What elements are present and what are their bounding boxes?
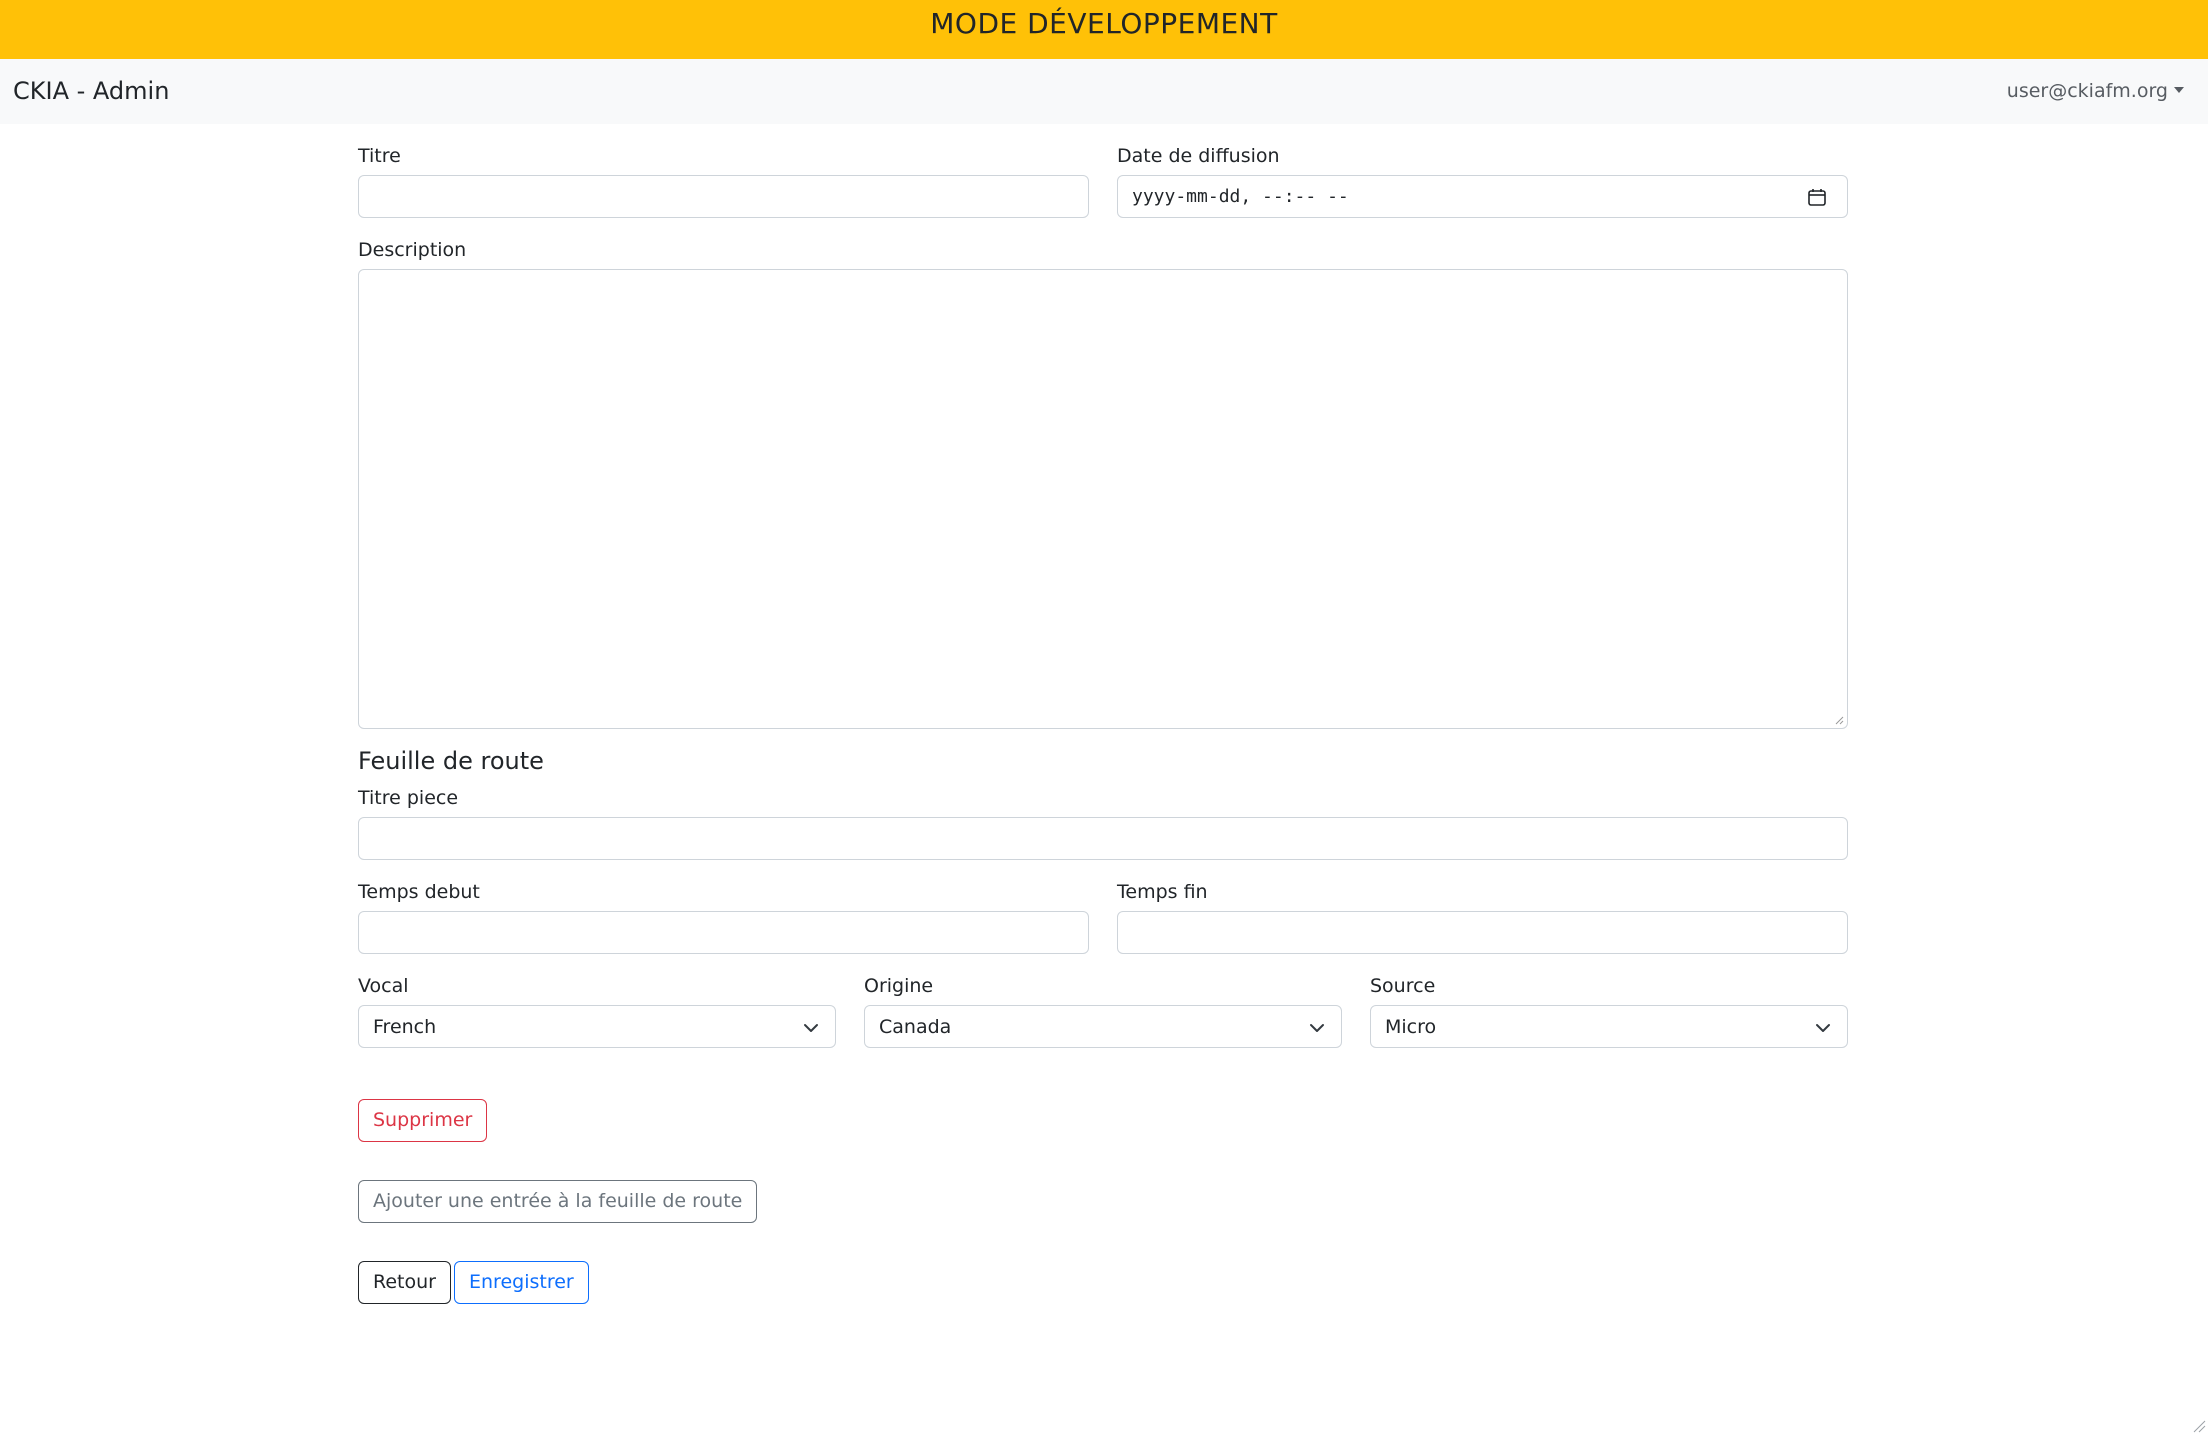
origine-selected-value: Canada	[879, 1015, 952, 1038]
chevron-down-icon	[1816, 1024, 1830, 1032]
window-resize-grip-icon[interactable]	[2192, 1419, 2206, 1433]
vocal-select[interactable]: French	[358, 1005, 836, 1048]
origine-select[interactable]: Canada	[864, 1005, 1342, 1048]
temps-fin-input[interactable]	[1117, 911, 1848, 954]
temps-fin-label: Temps fin	[1117, 881, 1208, 903]
dev-mode-banner: MODE DÉVELOPPEMENT	[0, 0, 2208, 59]
ajouter-entree-button[interactable]: Ajouter une entrée à la feuille de route	[358, 1180, 758, 1223]
navbar-brand[interactable]: CKIA - Admin	[13, 59, 169, 124]
vocal-label: Vocal	[358, 975, 409, 997]
calendar-icon[interactable]	[1807, 187, 1827, 207]
titre-input[interactable]	[358, 175, 1089, 218]
caret-down-icon	[2174, 86, 2184, 93]
origine-label: Origine	[864, 975, 934, 997]
titre-piece-input[interactable]	[358, 817, 1848, 860]
source-select[interactable]: Micro	[1370, 1005, 1848, 1048]
resize-grip-icon[interactable]	[1834, 715, 1844, 725]
date-diffusion-placeholder: yyyy-mm-dd, --:-- --	[1132, 186, 1349, 207]
titre-piece-label: Titre piece	[358, 787, 459, 809]
navbar: CKIA - Admin user@ckiafm.org	[0, 59, 2208, 124]
description-textarea[interactable]	[358, 269, 1848, 729]
titre-label: Titre	[358, 145, 401, 167]
source-label: Source	[1370, 975, 1436, 997]
feuille-de-route-heading: Feuille de route	[358, 747, 544, 775]
temps-debut-label: Temps debut	[358, 881, 480, 903]
retour-button[interactable]: Retour	[358, 1261, 451, 1304]
vocal-selected-value: French	[373, 1015, 437, 1038]
enregistrer-button[interactable]: Enregistrer	[454, 1261, 589, 1304]
source-selected-value: Micro	[1385, 1015, 1437, 1038]
date-diffusion-input[interactable]: yyyy-mm-dd, --:-- --	[1117, 175, 1848, 218]
supprimer-button[interactable]: Supprimer	[358, 1099, 488, 1142]
date-diffusion-label: Date de diffusion	[1117, 145, 1280, 167]
chevron-down-icon	[804, 1024, 818, 1032]
user-email: user@ckiafm.org	[2006, 80, 2168, 102]
temps-debut-input[interactable]	[358, 911, 1089, 954]
user-menu-dropdown[interactable]: user@ckiafm.org	[2007, 59, 2184, 124]
chevron-down-icon	[1310, 1024, 1324, 1032]
description-label: Description	[358, 239, 467, 261]
